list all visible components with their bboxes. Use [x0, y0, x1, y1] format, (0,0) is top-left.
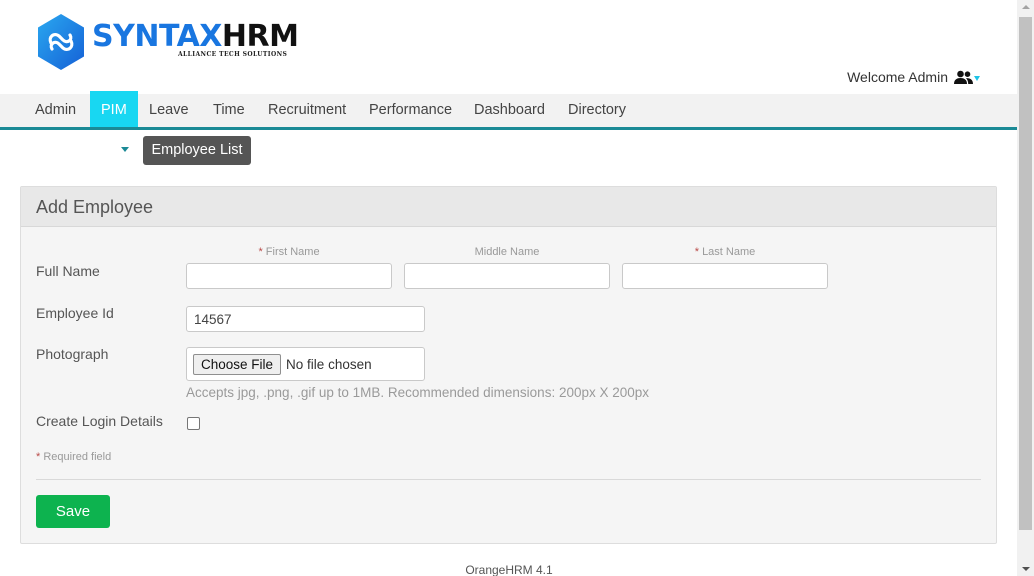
- employee-list-button[interactable]: Employee List: [143, 136, 251, 165]
- form-divider: [36, 479, 981, 480]
- create-login-checkbox[interactable]: [187, 417, 200, 430]
- welcome-menu[interactable]: Welcome Admin: [847, 69, 980, 85]
- nav-item-dashboard[interactable]: Dashboard: [474, 94, 545, 127]
- main-nav: Admin PIM Leave Time Recruitment Perform…: [0, 91, 1018, 130]
- brand-tagline: ALLIANCE TECH SOLUTIONS: [178, 51, 288, 58]
- scroll-up-icon[interactable]: [1022, 5, 1030, 9]
- photograph-hint: Accepts jpg, .png, .gif up to 1MB. Recom…: [186, 385, 650, 400]
- nav-item-recruitment[interactable]: Recruitment: [268, 94, 346, 127]
- footer-version: OrangeHRM 4.1: [465, 563, 553, 576]
- last-name-label: * Last Name: [622, 246, 828, 258]
- required-field-note: * Required field: [36, 451, 111, 463]
- employee-id-label: Employee Id: [36, 305, 114, 321]
- employee-id-input[interactable]: [186, 306, 425, 332]
- first-name-input[interactable]: [186, 263, 392, 289]
- brand-text: SYNTAXHRM ALLIANCE TECH SOLUTIONS: [92, 19, 299, 59]
- middle-name-input[interactable]: [404, 263, 610, 289]
- brand-name-part2: HRM: [221, 19, 299, 54]
- middle-name-label: Middle Name: [474, 246, 540, 258]
- brand-name-part1: SYNTAX: [92, 19, 222, 54]
- add-employee-panel: Add Employee Full Name * First Name Midd…: [20, 186, 997, 544]
- nav-item-performance[interactable]: Performance: [369, 94, 452, 127]
- page-scrollbar[interactable]: [1017, 0, 1034, 576]
- nav-item-pim[interactable]: PIM: [90, 91, 138, 127]
- syntax-logo-icon: [38, 14, 84, 70]
- full-name-label: Full Name: [36, 263, 100, 279]
- required-mark: *: [36, 451, 41, 463]
- required-mark: *: [694, 246, 699, 258]
- required-mark: *: [258, 246, 263, 258]
- scroll-thumb[interactable]: [1019, 17, 1032, 530]
- last-name-label-text: Last Name: [702, 246, 756, 258]
- nav-item-leave[interactable]: Leave: [149, 94, 189, 127]
- nav-item-time[interactable]: Time: [213, 94, 245, 127]
- panel-title: Add Employee: [21, 187, 996, 227]
- caret-down-icon[interactable]: [974, 75, 980, 81]
- photograph-label: Photograph: [36, 346, 109, 362]
- users-icon: [954, 70, 973, 85]
- first-name-label: * First Name: [186, 246, 392, 258]
- nav-item-directory[interactable]: Directory: [568, 94, 626, 127]
- save-button[interactable]: Save: [36, 495, 110, 528]
- subnav-caret-icon[interactable]: [121, 147, 129, 152]
- brand-logo[interactable]: SYNTAXHRM ALLIANCE TECH SOLUTIONS: [36, 13, 299, 71]
- choose-file-button[interactable]: Choose File: [193, 353, 282, 375]
- photograph-file-input[interactable]: Choose File No file chosen: [186, 347, 425, 381]
- required-field-text: Required field: [43, 451, 112, 463]
- page: SYNTAXHRM ALLIANCE TECH SOLUTIONS Welcom…: [0, 0, 1034, 576]
- last-name-input[interactable]: [622, 263, 828, 289]
- no-file-text: No file chosen: [286, 356, 372, 372]
- create-login-label: Create Login Details: [36, 413, 163, 429]
- scroll-down-icon[interactable]: [1022, 567, 1030, 571]
- nav-item-admin[interactable]: Admin: [35, 94, 76, 127]
- welcome-text: Welcome Admin: [847, 69, 948, 85]
- first-name-label-text: First Name: [265, 246, 320, 258]
